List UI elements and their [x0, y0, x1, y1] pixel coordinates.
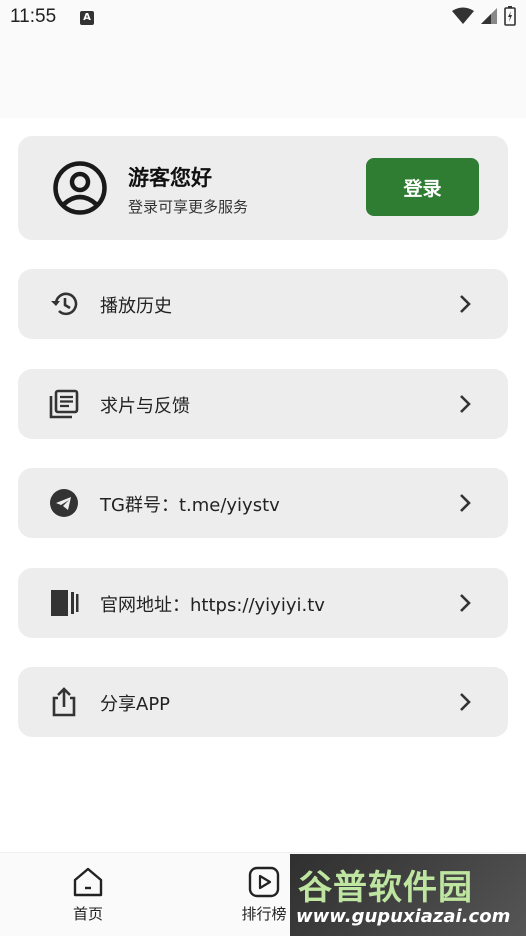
- status-bar: 11:55 A: [0, 0, 526, 118]
- profile-title: 游客您好: [128, 166, 212, 190]
- chevron-right-icon: [460, 295, 471, 313]
- menu-item-history[interactable]: 播放历史: [18, 269, 508, 339]
- user-avatar-icon: [53, 161, 107, 215]
- chevron-right-icon: [460, 395, 471, 413]
- signal-icon: [481, 8, 497, 24]
- chevron-right-icon: [460, 693, 471, 711]
- home-icon: [73, 867, 103, 897]
- notification-a-icon: A: [80, 11, 94, 25]
- menu-label: 播放历史: [100, 296, 172, 317]
- menu-item-share[interactable]: 分享APP: [18, 667, 508, 737]
- watermark-url: www.gupuxiazai.com: [296, 906, 511, 927]
- battery-icon: [504, 6, 516, 26]
- nav-item-home[interactable]: 首页: [48, 865, 128, 924]
- menu-label: 求片与反馈: [100, 396, 190, 417]
- watermark-logo: 谷普软件园 www.gupuxiazai.com: [290, 854, 526, 936]
- profile-subtitle: 登录可享更多服务: [128, 198, 249, 216]
- share-icon: [52, 687, 76, 717]
- menu-label: 官网地址：https://yiyiyi.tv: [100, 595, 325, 616]
- menu-label: 分享APP: [100, 694, 171, 715]
- library-icon: [49, 389, 79, 419]
- status-indicators: [452, 6, 516, 26]
- chevron-right-icon: [460, 494, 471, 512]
- website-icon: [51, 590, 79, 616]
- watermark-text: 谷普软件园: [298, 868, 473, 908]
- status-time: 11:55: [10, 6, 57, 27]
- login-button[interactable]: 登录: [366, 158, 479, 216]
- wifi-icon: [452, 7, 474, 24]
- history-icon: [51, 292, 78, 316]
- menu-item-telegram[interactable]: TG群号：t.me/yiystv: [18, 468, 508, 538]
- nav-label: 首页: [72, 905, 103, 923]
- menu-label: TG群号：t.me/yiystv: [100, 495, 280, 516]
- menu-item-website[interactable]: 官网地址：https://yiyiyi.tv: [18, 568, 508, 638]
- chevron-right-icon: [460, 594, 471, 612]
- profile-card: 游客您好 登录可享更多服务 登录: [18, 136, 508, 240]
- menu-item-feedback[interactable]: 求片与反馈: [18, 369, 508, 439]
- telegram-icon: [50, 489, 78, 517]
- play-icon: [248, 866, 280, 898]
